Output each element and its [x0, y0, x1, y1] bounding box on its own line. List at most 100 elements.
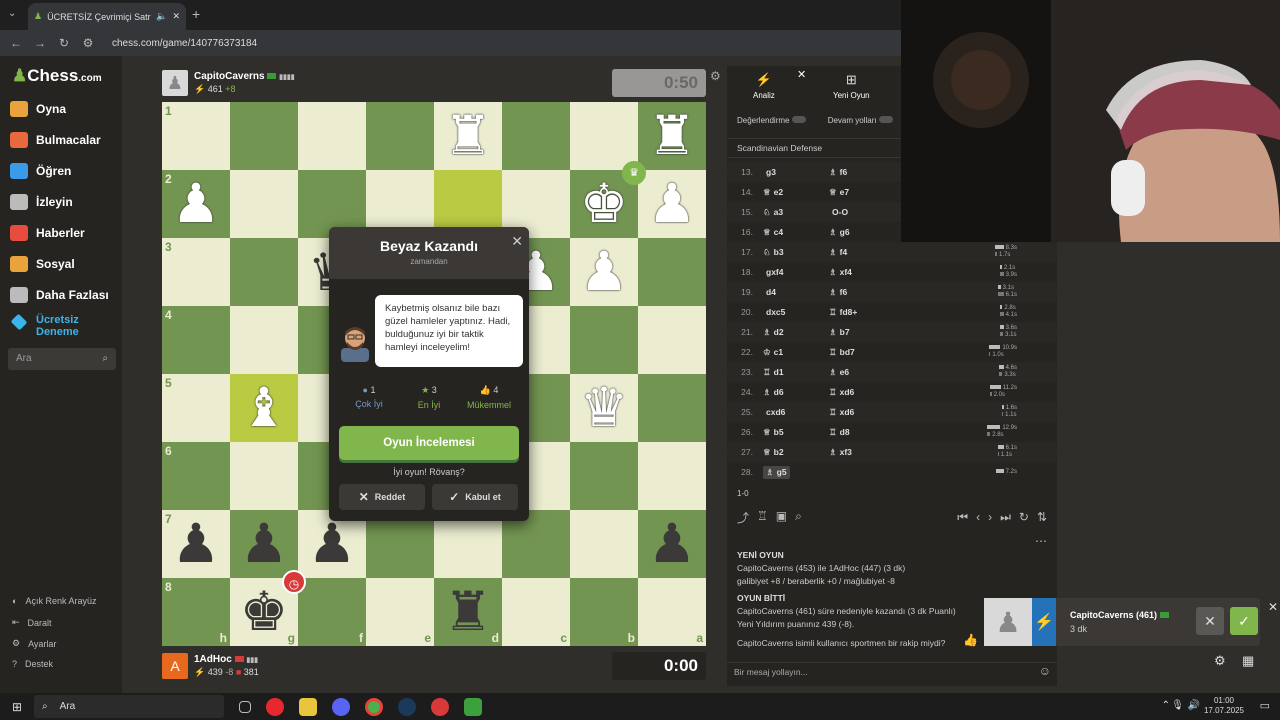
black-move[interactable]: ♗ xf3 — [829, 447, 929, 458]
taskbar-clock[interactable]: 01:00 17.07.2025 — [1204, 696, 1244, 716]
lines-toggle[interactable]: Devam yolları — [828, 116, 893, 125]
browser-tab[interactable]: ♟ ÜCRETSİZ Çevrimiçi Satranç 🔈 ✕ — [28, 3, 186, 30]
black-piece-icon[interactable]: ♟ — [638, 510, 706, 578]
tray-chevron-icon[interactable]: ⌃ — [1162, 700, 1170, 711]
board-square[interactable]: ♜ — [638, 102, 706, 170]
white-move[interactable]: ♕ c4 — [763, 227, 829, 238]
white-move[interactable]: dxc5 — [763, 307, 829, 317]
nav-item-2[interactable]: Öğren — [10, 163, 71, 179]
last-move-icon[interactable]: ⏭ — [1000, 510, 1011, 525]
reload-icon[interactable]: ↻ — [1019, 510, 1029, 525]
nav-light-theme[interactable]: ◐ Açık Renk Arayüz — [12, 596, 96, 606]
nav-item-0[interactable]: Oyna — [10, 101, 66, 117]
reload-icon[interactable]: ↻ — [52, 36, 76, 50]
chess-logo[interactable]: ♟Chess.com — [12, 66, 102, 86]
white-piece-icon[interactable]: ♝ — [230, 374, 298, 442]
board-square[interactable] — [298, 102, 366, 170]
black-move[interactable]: ♗ f6 — [829, 287, 929, 298]
taskbar-search[interactable]: ⌕ Ara — [34, 695, 224, 718]
tab-close-icon[interactable]: ✕ — [172, 11, 180, 22]
nav-settings[interactable]: ⚙ Ayarlar — [12, 638, 56, 649]
zoom-icon[interactable]: ⌕ — [795, 509, 802, 526]
white-piece-icon[interactable]: ♟ — [570, 238, 638, 306]
board-square[interactable]: b — [570, 578, 638, 646]
bottom-player-name[interactable]: 1AdHoc — [194, 654, 232, 665]
board-square[interactable]: ♛ — [570, 374, 638, 442]
audio-icon[interactable]: 🔈 — [156, 11, 167, 22]
black-move[interactable]: ♗ f4 — [829, 247, 929, 258]
white-move[interactable]: ♗ d6 — [763, 387, 829, 398]
white-move[interactable]: ♗ d2 — [763, 327, 829, 338]
nav-collapse[interactable]: ⇤ Daralt — [12, 617, 52, 628]
black-piece-icon[interactable]: ♜ — [434, 578, 502, 646]
tab-new-game[interactable]: ⊞ Yeni Oyun — [833, 72, 870, 100]
share-icon[interactable]: ⤴ — [737, 509, 749, 526]
black-move[interactable]: ♖ xd6 — [829, 407, 929, 418]
white-piece-icon[interactable]: ♜ — [638, 102, 706, 170]
notification-accept-button[interactable]: ✓ — [1230, 607, 1258, 635]
windows-start-icon[interactable]: ⊞ — [12, 700, 22, 714]
tab-analysis[interactable]: ⚡ Analiz — [753, 72, 775, 100]
new-tab-icon[interactable]: + — [192, 6, 200, 22]
file-explorer-icon[interactable] — [299, 697, 317, 716]
white-piece-icon[interactable]: ♛ — [570, 374, 638, 442]
back-icon[interactable]: ← — [4, 36, 28, 50]
avatar[interactable]: A — [162, 653, 188, 679]
black-move[interactable] — [830, 467, 930, 477]
white-move[interactable]: cxd6 — [763, 407, 829, 417]
board-square[interactable]: 8h — [162, 578, 230, 646]
board-square[interactable] — [570, 102, 638, 170]
white-piece-icon[interactable]: ♟ — [638, 170, 706, 238]
close-icon[interactable]: ✕ — [1268, 600, 1278, 614]
board-square[interactable] — [502, 102, 570, 170]
board-square[interactable] — [570, 510, 638, 578]
white-move[interactable]: ♕ e2 — [763, 187, 829, 198]
board-square[interactable] — [570, 306, 638, 374]
board-square[interactable]: ♟ — [570, 238, 638, 306]
nav-search-input[interactable]: Ara ⌕ — [8, 348, 116, 370]
nav-item-6[interactable]: Daha Fazlası — [10, 287, 109, 303]
board-square[interactable] — [638, 306, 706, 374]
white-piece-icon[interactable]: ♟ — [162, 170, 230, 238]
prev-move-icon[interactable]: ‹ — [976, 510, 980, 525]
board-square[interactable]: 2 ♟ — [162, 170, 230, 238]
board-square[interactable]: a — [638, 578, 706, 646]
emoji-icon[interactable]: ☺ — [1039, 664, 1051, 678]
close-icon[interactable]: ✕ — [511, 233, 523, 250]
board-square[interactable] — [230, 170, 298, 238]
board-square[interactable]: 5 — [162, 374, 230, 442]
board-square[interactable] — [366, 102, 434, 170]
board-square[interactable]: 3 — [162, 238, 230, 306]
board-settings-gear-icon[interactable]: ⚙ — [710, 69, 721, 83]
decline-button[interactable]: ✕ Reddet — [339, 484, 425, 510]
board-square[interactable]: 6 — [162, 442, 230, 510]
board-square[interactable]: ♟ — [638, 170, 706, 238]
board-square[interactable]: ♜ — [434, 102, 502, 170]
next-move-icon[interactable]: › — [988, 510, 992, 525]
flip-board-icon[interactable]: ⇅ — [1037, 510, 1047, 525]
white-move[interactable]: d4 — [763, 287, 829, 297]
board-square[interactable] — [230, 442, 298, 510]
tab-list-chevron-icon[interactable]: ⌄ — [8, 8, 16, 19]
board-square[interactable]: 7 ♟ — [162, 510, 230, 578]
white-move[interactable]: ♘ b3 — [763, 247, 829, 258]
nav-item-5[interactable]: Sosyal — [10, 256, 75, 272]
gear-icon[interactable]: ⚙ — [1214, 653, 1226, 669]
volume-icon[interactable]: 🔊 — [1188, 700, 1200, 711]
opera-icon[interactable] — [266, 697, 284, 716]
accept-button[interactable]: ✓ Kabul et — [432, 484, 518, 510]
white-move[interactable]: ♔ c1 — [763, 347, 829, 358]
board-menu-icon[interactable]: ▦ — [1242, 653, 1254, 669]
nav-item-4[interactable]: Haberler — [10, 225, 85, 241]
first-move-icon[interactable]: ⏮ — [957, 510, 968, 525]
black-move[interactable]: ♗ b7 — [829, 327, 929, 338]
white-piece-icon[interactable]: ♜ — [434, 102, 502, 170]
image-icon[interactable]: ▣ — [776, 509, 787, 526]
board-square[interactable]: f — [298, 578, 366, 646]
app-icon[interactable] — [431, 697, 449, 716]
chrome-icon[interactable] — [365, 697, 383, 716]
eval-toggle[interactable]: Değerlendirme — [737, 116, 806, 125]
black-move[interactable]: ♖ bd7 — [829, 347, 929, 358]
board-square[interactable]: 1 — [162, 102, 230, 170]
board-square[interactable] — [570, 442, 638, 510]
